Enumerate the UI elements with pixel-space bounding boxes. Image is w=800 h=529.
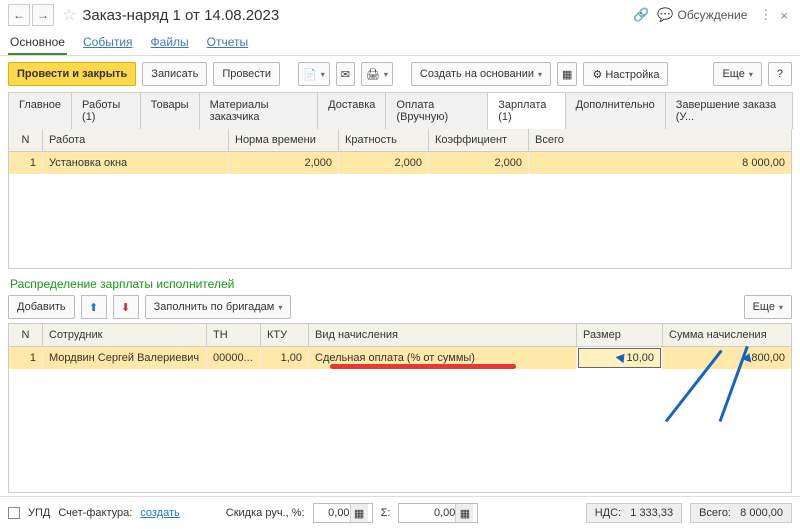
tab-extra[interactable]: Дополнительно [565,92,666,129]
layout-button[interactable]: ▦ [557,62,577,86]
hdr2-emp: Сотрудник [43,324,207,346]
hdr-coef: Коэффициент [429,129,529,151]
link-icon[interactable]: 🔗 [633,7,649,23]
close-icon[interactable]: × [780,8,788,23]
arrow-down-icon: ⬇ [121,301,130,314]
tab-mats[interactable]: Материалы заказчика [199,92,319,129]
arrow-up-icon: ⬆ [89,301,98,314]
nds-box: НДС: 1 333,33 [586,503,682,523]
tab-goods[interactable]: Товары [140,92,200,129]
hdr-norm: Норма времени [229,129,339,151]
calc-icon[interactable]: ▦ [455,504,473,522]
upd-label: УПД [28,507,50,519]
mail-button[interactable]: ✉ [336,62,355,86]
hdr2-sum: Сумма начисления [663,324,791,346]
tab-salary[interactable]: Зарплата (1) [487,92,565,129]
hdr-mult: Кратность [339,129,429,151]
subtab-reports[interactable]: Отчеты [205,31,250,55]
nav-fwd[interactable]: → [32,4,54,26]
print-button[interactable]: 🖨▾ [361,62,393,86]
setup-button[interactable]: Настройка [583,62,668,86]
conduct-close-button[interactable]: Провести и закрыть [8,62,136,86]
hdr2-tn: ТН [207,324,261,346]
layout-icon: ▦ [562,68,572,81]
fill-brigades-button[interactable]: Заполнить по бригадам▾ [145,295,292,319]
subtab-main[interactable]: Основное [8,31,67,55]
tab-delivery[interactable]: Доставка [317,92,386,129]
add-button[interactable]: Добавить [8,295,75,319]
envelope-icon: ✉ [341,68,350,81]
hdr2-size: Размер [577,324,663,346]
doc-menu-button[interactable]: 📄▾ [298,62,330,86]
annotation-underline [330,364,516,369]
create-on-button[interactable]: Создать на основании▾ [411,62,551,86]
discuss-icon[interactable]: 💬 [657,7,673,23]
sf-create-link[interactable]: создать [140,507,179,519]
upd-checkbox[interactable] [8,507,20,519]
discuss-label[interactable]: Обсуждение [677,8,747,22]
conduct-button[interactable]: Провести [213,62,280,86]
section-title: Распределение зарплаты исполнителей [0,269,800,295]
total-box: Всего: 8 000,00 [690,503,792,523]
calc-icon[interactable]: ▦ [350,504,368,522]
hdr2-n: N [9,324,43,346]
more-button[interactable]: Еще▾ [713,62,761,86]
printer-icon: 🖨 [366,68,380,81]
hdr-n: N [9,129,43,151]
hdr2-type: Вид начисления [309,324,577,346]
tab-finish[interactable]: Завершение заказа (У... [665,92,793,129]
star-icon[interactable]: ☆ [62,5,76,25]
disc-input[interactable]: 0,00 [318,507,350,519]
help-button[interactable]: ? [768,62,792,86]
hdr-work: Работа [43,129,229,151]
nav-back[interactable]: ← [8,4,30,26]
tab-works[interactable]: Работы (1) [71,92,141,129]
move-up-button[interactable]: ⬆ [81,295,107,319]
more-dots[interactable]: ⋮ [759,7,772,23]
tab-main[interactable]: Главное [8,92,72,129]
move-down-button[interactable]: ⬇ [113,295,139,319]
tab-payment[interactable]: Оплата (Вручную) [385,92,488,129]
hdr-total: Всего [529,129,791,151]
subtab-files[interactable]: Файлы [149,31,191,55]
page-title: Заказ-наряд 1 от 14.08.2023 [82,7,279,24]
subtab-events[interactable]: События [81,31,135,55]
sf-label: Счет-фактура: [58,507,132,519]
hdr2-ktu: КТУ [261,324,309,346]
sigma-label: Σ: [381,507,391,519]
write-button[interactable]: Записать [142,62,207,86]
more-button-2[interactable]: Еще▾ [744,295,792,319]
doc-icon: 📄 [303,68,317,81]
disc-label: Скидка руч., %: [226,507,305,519]
table-row[interactable]: 1 Установка окна 2,000 2,000 2,000 8 000… [9,152,791,174]
sigma-input[interactable]: 0,00 [403,507,455,519]
